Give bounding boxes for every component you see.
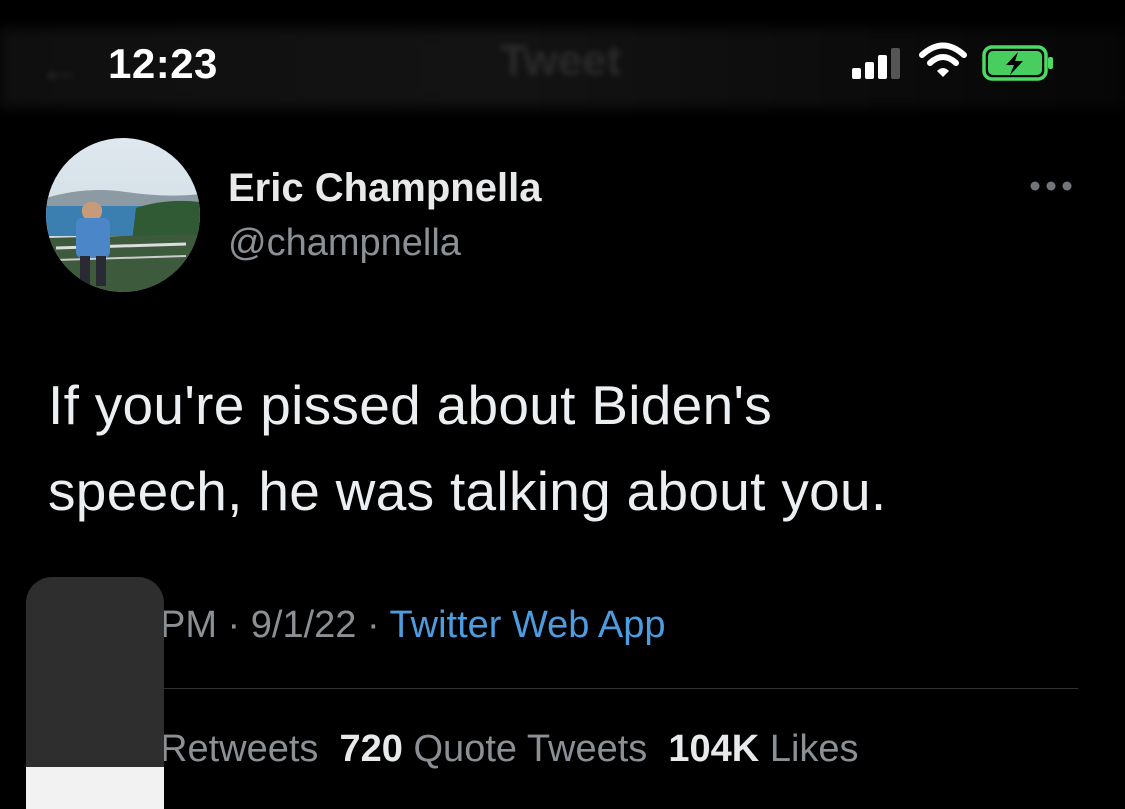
battery-charging-icon — [982, 45, 1053, 81]
likes-stat[interactable]: 104K Likes — [668, 728, 858, 770]
retweets-stat[interactable]: Retweets — [160, 728, 318, 770]
status-time: 12:23 — [108, 40, 218, 87]
likes-count: 104K — [668, 728, 760, 770]
separator: · — [217, 604, 251, 646]
quote-tweets-count: 720 — [339, 728, 403, 770]
back-arrow-icon[interactable]: ← — [38, 44, 82, 94]
avatar[interactable] — [46, 138, 200, 292]
quote-tweets-stat[interactable]: 720 Quote Tweets — [340, 728, 648, 770]
retweets-label: Retweets — [160, 728, 319, 770]
redaction-edge — [26, 767, 164, 809]
tweet-text: If you're pissed about Biden's speech, h… — [48, 362, 1088, 534]
cellular-signal-icon — [852, 48, 900, 79]
nav-title: Tweet — [500, 36, 622, 85]
divider — [160, 688, 1078, 689]
wifi-icon — [919, 42, 967, 77]
status-bar: ← Tweet 12:23 — [0, 0, 1125, 125]
separator: · — [356, 604, 390, 646]
quote-tweets-label: Quote Tweets — [413, 728, 648, 770]
tweet-metadata: PM · 9/1/22 · Twitter Web App — [160, 604, 666, 647]
tweet-text-line-2: speech, he was talking about you. — [48, 460, 887, 522]
more-options-icon[interactable] — [1028, 178, 1074, 194]
user-handle[interactable]: @champnella — [228, 222, 461, 265]
tweet-date: 9/1/22 — [250, 604, 357, 646]
display-name[interactable]: Eric Champnella — [228, 166, 541, 211]
engagement-stats: Retweets 720 Quote Tweets 104K Likes — [160, 728, 859, 771]
tweet-source-link[interactable]: Twitter Web App — [390, 604, 666, 646]
tweet-text-line-1: If you're pissed about Biden's — [48, 374, 773, 436]
likes-label: Likes — [769, 728, 859, 770]
profile-photo — [46, 138, 200, 292]
redaction-block — [26, 577, 164, 809]
tweet-time: PM — [160, 604, 217, 646]
